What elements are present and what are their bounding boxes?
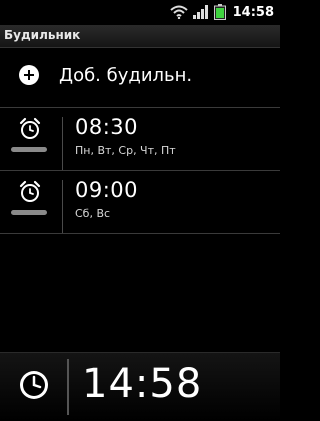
- current-time: 14:58: [82, 361, 203, 407]
- battery-icon: [213, 4, 226, 20]
- alarm-days: Пн, Вт, Ср, Чт, Пт: [75, 144, 176, 157]
- title-bar: Будильник: [0, 25, 280, 48]
- bottom-clock-bar[interactable]: 14:58: [0, 352, 280, 421]
- alarm-time: 08:30: [75, 115, 139, 139]
- divider: [0, 107, 280, 108]
- alarm-item[interactable]: 09:00 Сб, Вс: [0, 176, 280, 240]
- divider: [0, 170, 280, 171]
- wifi-icon: [169, 5, 188, 19]
- status-icons: 14:58: [169, 3, 274, 21]
- alarm-item[interactable]: 08:30 Пн, Вт, Ср, Чт, Пт: [0, 113, 280, 177]
- bottom-separator: [67, 359, 69, 415]
- row-separator: [62, 117, 63, 171]
- alarm-indicator-bar: [11, 210, 47, 215]
- status-time: 14:58: [232, 4, 274, 20]
- alarm-indicator-bar: [11, 147, 47, 152]
- add-alarm-button[interactable]: Доб. будильн.: [0, 55, 280, 101]
- row-separator: [62, 180, 63, 234]
- alarm-clock-icon: [19, 180, 41, 202]
- alarm-days: Сб, Вс: [75, 207, 111, 220]
- divider: [0, 233, 280, 234]
- clock-icon: [20, 371, 48, 399]
- add-alarm-label: Доб. будильн.: [59, 65, 193, 86]
- app-title: Будильник: [4, 28, 81, 42]
- plus-circle-icon: [19, 65, 39, 85]
- alarm-clock-icon: [19, 117, 41, 139]
- alarm-time: 09:00: [75, 178, 139, 202]
- signal-icon: [192, 5, 208, 19]
- status-bar: 14:58: [0, 0, 280, 25]
